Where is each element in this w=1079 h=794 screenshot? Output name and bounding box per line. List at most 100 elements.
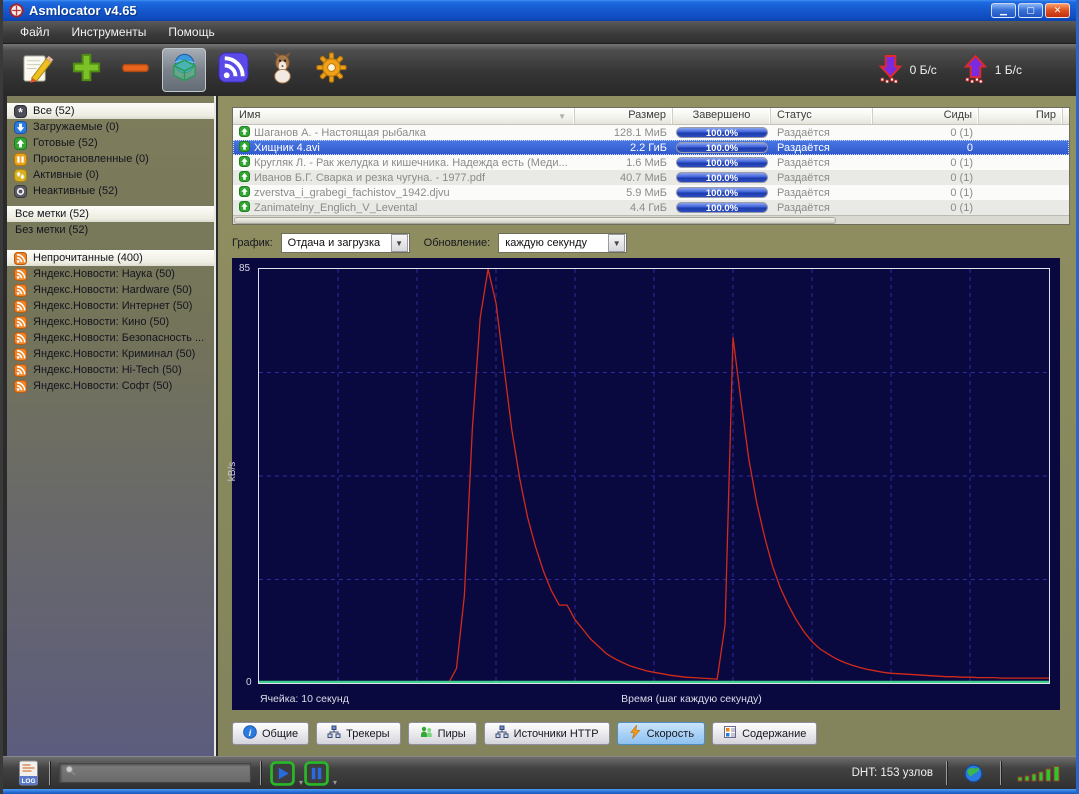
donkey-button[interactable] [260,48,304,92]
window-bottom-border [3,789,1076,794]
table-cell: zverstva_i_grabegi_fachistov_1942.djvu [233,186,575,200]
log-icon[interactable]: LOG [17,760,40,786]
table-row[interactable]: Zanimatelny_Englich_V_Levental4.4 ГиБ100… [233,200,1069,215]
progress-value: 100.0% [677,173,767,182]
sidebar-item[interactable]: Без метки (52) [7,222,214,238]
settings-gear-button[interactable] [309,48,353,92]
start-all-button[interactable]: ▾ [270,761,295,786]
search-input[interactable] [81,767,246,779]
menu-file[interactable]: Файл [9,22,61,42]
remove-icon [119,51,152,89]
toolbar: 0 Б/с 1 Б/с [3,44,1076,96]
network-cube-button[interactable] [162,48,206,92]
chevron-down-icon[interactable]: ▼ [391,234,408,252]
maximize-button[interactable]: ▢ [1018,3,1043,18]
torrent-status: Раздаётся [771,127,873,139]
torrent-seeds: 0 (1) [873,127,979,139]
sidebar-item-label: Яндекс.Новости: Интернет (50) [33,300,192,312]
table-cell: Шаганов А. - Настоящая рыбалка [233,126,575,140]
tracker-icon [327,725,341,742]
table-row[interactable]: Кругляк Л. - Рак желудка и кишечника. На… [233,155,1069,170]
menu-help[interactable]: Помощь [157,22,225,42]
sidebar-item[interactable]: Яндекс.Новости: Криминал (50) [7,346,214,362]
seeding-icon [239,126,250,140]
svg-text:*: * [18,105,23,118]
add-button[interactable] [64,48,108,92]
rss-icon [217,51,250,89]
edit-button[interactable] [15,48,59,92]
rss-feed-icon [14,316,27,329]
tab-источники-http[interactable]: Источники HTTP [484,722,610,745]
seeding-icon [239,201,250,215]
remove-button[interactable] [113,48,157,92]
pause-icon [14,153,27,166]
column-header-1[interactable]: Имя▼ [233,108,575,124]
rss-button[interactable] [211,48,255,92]
close-button[interactable]: ✕ [1045,3,1070,18]
column-header-3[interactable]: Завершено [673,108,771,124]
sidebar-item[interactable]: Активные (0) [7,167,214,183]
torrent-size: 5.9 МиБ [575,187,673,199]
sidebar-item[interactable]: Все метки (52) [7,206,214,222]
column-header-2[interactable]: Размер [575,108,673,124]
tab-трекеры[interactable]: Трекеры [316,722,400,745]
sidebar-item[interactable]: Загружаемые (0) [7,119,214,135]
search-box[interactable] [59,763,251,783]
sidebar-item[interactable]: Готовые (52) [7,135,214,151]
tab-общие[interactable]: iОбщие [232,722,309,745]
minimize-button[interactable]: ▁ [991,3,1016,18]
update-interval-value: каждую секунду [499,237,607,249]
chevron-down-icon[interactable]: ▾ [333,778,337,787]
network-globe-icon[interactable] [956,764,991,783]
sidebar-item[interactable]: Приостановленные (0) [7,151,214,167]
sidebar-item-label: Активные (0) [33,169,99,181]
sidebar-item[interactable]: Неактивные (52) [7,183,214,199]
graph-select-label: График: [232,237,273,249]
rss-feed-icon [14,300,27,313]
add-icon [70,51,103,89]
sidebar-item[interactable]: Яндекс.Новости: Безопасность ... [7,330,214,346]
sidebar-item[interactable]: *Все (52) [7,103,214,119]
torrent-name: Кругляк Л. - Рак желудка и кишечника. На… [254,157,568,169]
column-header-4[interactable]: Статус [771,108,873,124]
menu-tools[interactable]: Инструменты [61,22,158,42]
progress-bar: 100.0% [676,157,768,168]
column-header-5[interactable]: Сиды [873,108,979,124]
pause-all-button[interactable]: ▾ [304,761,329,786]
chevron-down-icon[interactable]: ▼ [608,234,625,252]
torrent-size: 2.2 ГиБ [575,142,673,154]
table-cell: Иванов Б.Г. Сварка и резка чугуна. - 197… [233,171,575,185]
table-row[interactable]: Иванов Б.Г. Сварка и резка чугуна. - 197… [233,170,1069,185]
update-interval-dropdown[interactable]: каждую секунду ▼ [498,233,627,253]
tab-пиры[interactable]: Пиры [408,722,477,745]
table-row[interactable]: Шаганов А. - Настоящая рыбалка128.1 МиБ1… [233,125,1069,140]
horizontal-scrollbar[interactable] [233,215,1069,224]
sidebar-item[interactable]: Яндекс.Новости: Интернет (50) [7,298,214,314]
sidebar-item[interactable]: Яндекс.Новости: Hi-Tech (50) [7,362,214,378]
graph-type-dropdown[interactable]: Отдача и загрузка ▼ [281,233,410,253]
tab-скорость[interactable]: Скорость [617,722,706,745]
sidebar-item-label: Готовые (52) [33,137,98,149]
tab-label: Источники HTTP [514,728,599,740]
tab-содержание[interactable]: Содержание [712,722,817,745]
table-row[interactable]: Хищник 4.avi2.2 ГиБ100.0%Раздаётся0 [233,140,1069,155]
torrent-progress: 100.0% [673,127,771,138]
sidebar-item[interactable]: Яндекс.Новости: Кино (50) [7,314,214,330]
sidebar-item[interactable]: Яндекс.Новости: Наука (50) [7,266,214,282]
torrent-table: Имя▼РазмерЗавершеноСтатусСидыПир Шаганов… [232,107,1070,225]
sidebar-item[interactable]: Яндекс.Новости: Hardware (50) [7,282,214,298]
sidebar-item[interactable]: Яндекс.Новости: Софт (50) [7,378,214,394]
active-icon [14,169,27,182]
torrent-name: Иванов Б.Г. Сварка и резка чугуна. - 197… [254,172,485,184]
chevron-down-icon[interactable]: ▾ [299,778,303,787]
scrollbar-thumb[interactable] [234,217,836,224]
table-row[interactable]: zverstva_i_grabegi_fachistov_1942.djvu5.… [233,185,1069,200]
svg-text:LOG: LOG [21,778,35,785]
torrent-seeds: 0 (1) [873,202,979,214]
sort-arrow-icon: ▼ [558,112,566,121]
column-header-6[interactable]: Пир [979,108,1063,124]
sidebar-item[interactable]: Непрочитанные (400) [7,250,214,266]
chart-plot-area [258,268,1050,684]
window-controls: ▁ ▢ ✕ [991,3,1072,18]
asterisk-icon: * [14,105,27,118]
